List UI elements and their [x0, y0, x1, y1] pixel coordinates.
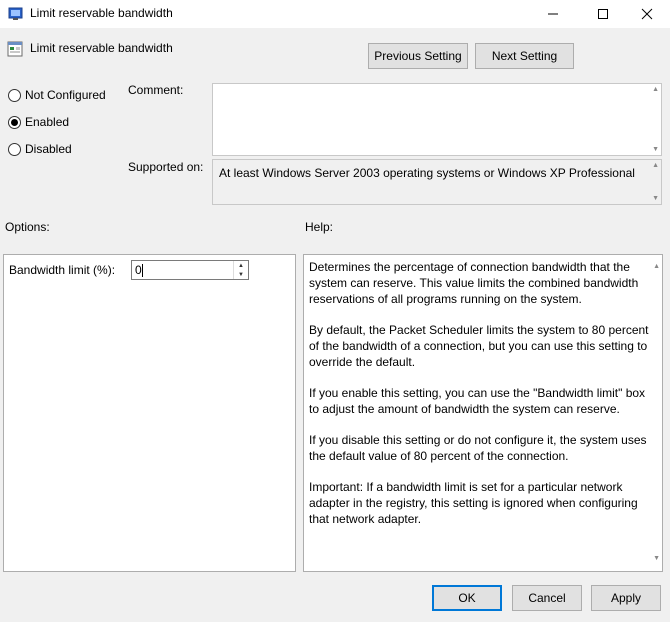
spinner-buttons: ▲ ▼	[233, 261, 248, 279]
options-panel: Bandwidth limit (%): 0 ▲ ▼	[3, 254, 296, 572]
help-panel: Determines the percentage of connection …	[303, 254, 663, 572]
close-button[interactable]	[624, 0, 670, 28]
supported-on-field: At least Windows Server 2003 operating s…	[212, 159, 662, 205]
bandwidth-limit-spinner[interactable]: 0 ▲ ▼	[131, 260, 249, 280]
help-paragraph: If you disable this setting or do not co…	[309, 433, 647, 463]
help-paragraph: Important: If a bandwidth limit is set f…	[309, 480, 638, 526]
radio-button[interactable]	[8, 115, 21, 129]
supported-on-label: Supported on:	[128, 160, 204, 174]
bandwidth-limit-value[interactable]: 0	[135, 263, 142, 277]
radio-disabled[interactable]: Disabled	[8, 142, 72, 156]
scroll-down-icon[interactable]: ▼	[652, 146, 659, 153]
window-title: Limit reservable bandwidth	[30, 6, 173, 20]
minimize-button[interactable]	[530, 0, 576, 28]
scroll-up-icon[interactable]: ▲	[653, 259, 660, 275]
scroll-down-icon[interactable]: ▼	[653, 551, 660, 567]
comment-label: Comment:	[128, 83, 184, 97]
spin-up-icon[interactable]: ▲	[234, 261, 248, 270]
help-paragraph: Determines the percentage of connection …	[309, 260, 639, 306]
radio-label: Enabled	[25, 115, 70, 129]
scroll-up-icon[interactable]: ▲	[652, 86, 659, 93]
policy-settings-icon	[7, 41, 23, 57]
help-paragraph: By default, the Packet Scheduler limits …	[309, 323, 649, 369]
apply-button[interactable]: Apply	[591, 585, 661, 611]
radio-enabled[interactable]: Enabled	[8, 115, 69, 129]
scroll-up-icon[interactable]: ▲	[652, 162, 659, 169]
radio-button[interactable]	[8, 142, 21, 156]
spin-down-icon[interactable]: ▼	[234, 270, 248, 279]
cancel-button[interactable]: Cancel	[512, 585, 582, 611]
help-paragraph: If you enable this setting, you can use …	[309, 386, 646, 416]
ok-button[interactable]: OK	[432, 585, 502, 611]
maximize-icon	[598, 9, 608, 19]
comment-field[interactable]: ▲ ▼	[212, 83, 662, 156]
policy-settings-icon	[8, 6, 24, 22]
bandwidth-limit-label: Bandwidth limit (%):	[9, 263, 116, 277]
help-label: Help:	[305, 220, 334, 234]
maximize-button[interactable]	[580, 0, 626, 28]
supported-on-value: At least Windows Server 2003 operating s…	[219, 166, 635, 180]
next-setting-button[interactable]: Next Setting	[475, 43, 574, 69]
radio-not-configured[interactable]: Not Configured	[8, 88, 106, 102]
scroll-down-icon[interactable]: ▼	[652, 195, 659, 202]
setting-title: Limit reservable bandwidth	[30, 41, 173, 55]
radio-label: Disabled	[25, 142, 72, 156]
close-icon	[641, 8, 653, 20]
radio-label: Not Configured	[25, 88, 106, 102]
title-bar: Limit reservable bandwidth	[0, 0, 670, 28]
previous-setting-button[interactable]: Previous Setting	[368, 43, 468, 69]
text-caret	[142, 264, 143, 277]
options-label: Options:	[5, 220, 50, 234]
minimize-icon	[548, 13, 558, 15]
radio-button[interactable]	[8, 88, 21, 102]
